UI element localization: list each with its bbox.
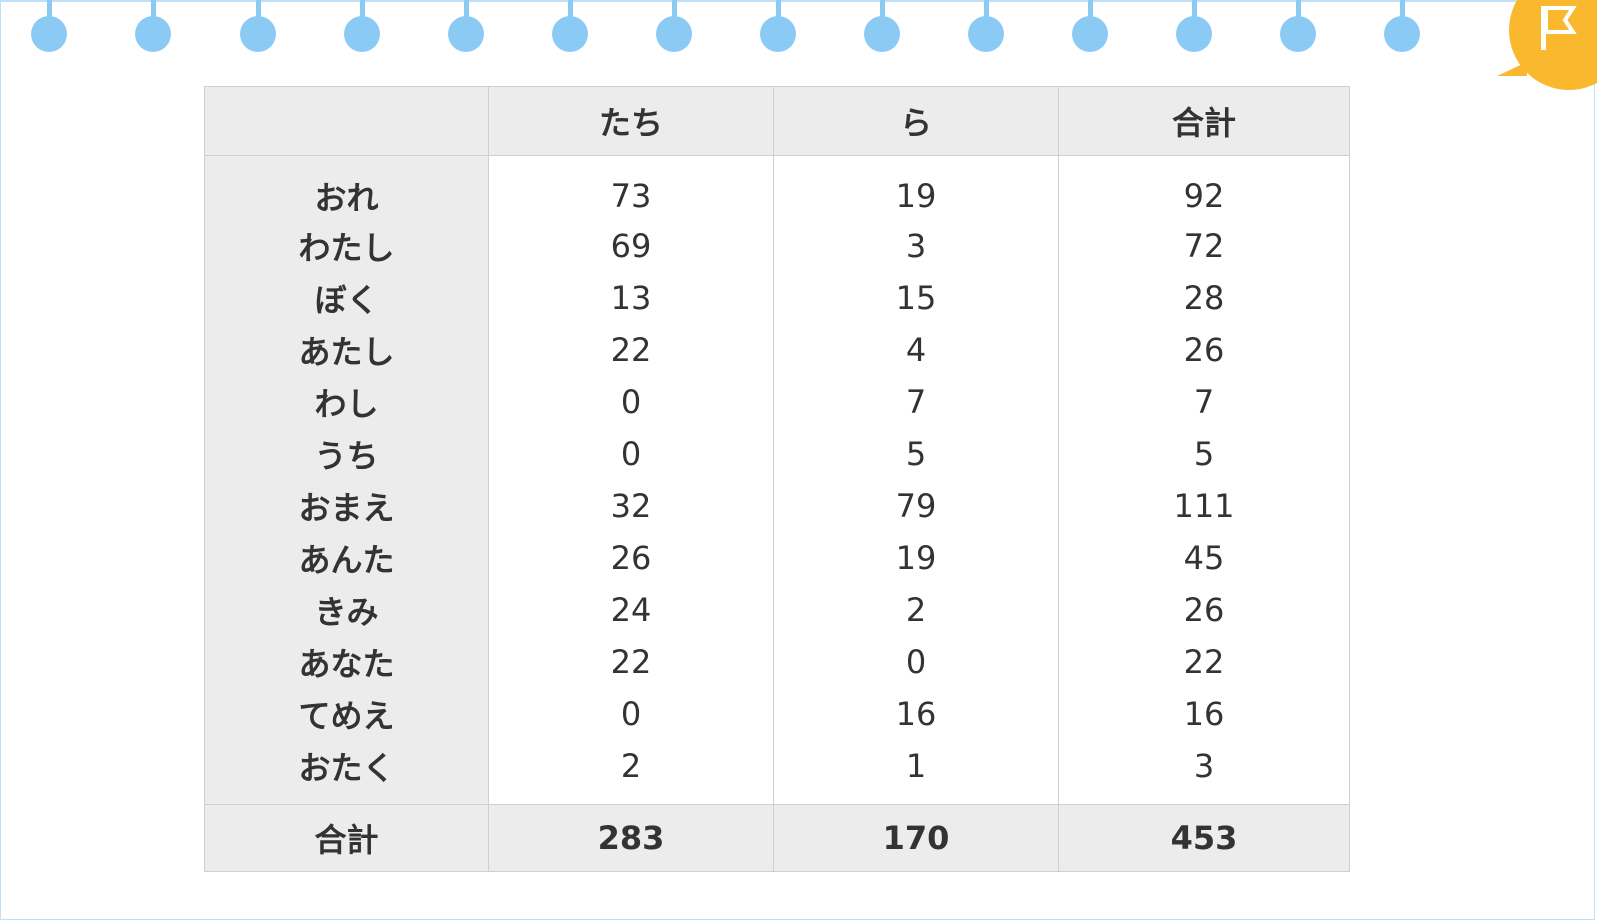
binder-ring — [1072, 0, 1108, 52]
cell-ra: 19 — [773, 155, 1059, 220]
binder-ring — [31, 0, 67, 52]
cell-ra: 19 — [773, 532, 1059, 584]
cell-tachi: 22 — [488, 324, 774, 376]
badge-tail — [1497, 62, 1527, 76]
cell-tachi: 22 — [488, 636, 774, 688]
cell-tachi: 73 — [488, 155, 774, 220]
binder-ring — [135, 0, 171, 52]
row-label: うち — [204, 428, 489, 480]
cell-total: 92 — [1058, 155, 1350, 220]
table-row: てめえ 0 16 16 — [204, 688, 1350, 740]
cell-tachi: 13 — [488, 272, 774, 324]
data-table: たち ら 合計 おれ 73 19 92 わたし 69 3 72 ぼく 13 15 28 あたし 22 4 26… — [204, 86, 1350, 872]
cell-ra: 1 — [773, 740, 1059, 805]
table-row: きみ 24 2 26 — [204, 584, 1350, 636]
flag-icon — [1541, 6, 1577, 50]
row-label: あんた — [204, 532, 489, 584]
row-label: てめえ — [204, 688, 489, 740]
cell-total: 5 — [1058, 428, 1350, 480]
binder-ring — [864, 0, 900, 52]
cell-ra: 0 — [773, 636, 1059, 688]
binder-rings — [0, 0, 1597, 60]
row-label: おまえ — [204, 480, 489, 532]
cell-ra: 16 — [773, 688, 1059, 740]
cell-tachi: 69 — [488, 220, 774, 272]
row-label: わたし — [204, 220, 489, 272]
table-row: あたし 22 4 26 — [204, 324, 1350, 376]
cell-total: 72 — [1058, 220, 1350, 272]
cell-ra: 7 — [773, 376, 1059, 428]
binder-ring — [448, 0, 484, 52]
cell-ra: 4 — [773, 324, 1059, 376]
cell-ra: 2 — [773, 584, 1059, 636]
cell-total: 26 — [1058, 324, 1350, 376]
cell-ra: 3 — [773, 220, 1059, 272]
total-tachi: 283 — [488, 804, 774, 872]
binder-ring — [656, 0, 692, 52]
cell-tachi: 0 — [488, 376, 774, 428]
cell-total: 111 — [1058, 480, 1350, 532]
row-label: あたし — [204, 324, 489, 376]
cell-tachi: 32 — [488, 480, 774, 532]
cell-tachi: 26 — [488, 532, 774, 584]
header-row: たち ら 合計 — [204, 86, 1350, 156]
cell-tachi: 0 — [488, 428, 774, 480]
cell-total: 26 — [1058, 584, 1350, 636]
binder-ring — [1384, 0, 1420, 52]
row-label: おたく — [204, 740, 489, 805]
header-cell-total: 合計 — [1058, 86, 1350, 156]
cell-ra: 5 — [773, 428, 1059, 480]
binder-ring — [240, 0, 276, 52]
cell-total: 45 — [1058, 532, 1350, 584]
binder-ring — [968, 0, 1004, 52]
total-ra: 170 — [773, 804, 1059, 872]
binder-ring — [1176, 0, 1212, 52]
header-cell-corner — [204, 86, 489, 156]
total-sum: 453 — [1058, 804, 1350, 872]
row-label: わし — [204, 376, 489, 428]
cell-tachi: 2 — [488, 740, 774, 805]
header-cell-ra: ら — [773, 86, 1059, 156]
cell-ra: 79 — [773, 480, 1059, 532]
cell-tachi: 0 — [488, 688, 774, 740]
table-row: おまえ 32 79 111 — [204, 480, 1350, 532]
table-row: ぼく 13 15 28 — [204, 272, 1350, 324]
cell-total: 22 — [1058, 636, 1350, 688]
cell-tachi: 24 — [488, 584, 774, 636]
total-label: 合計 — [204, 804, 489, 872]
cell-ra: 15 — [773, 272, 1059, 324]
binder-ring — [552, 0, 588, 52]
cell-total: 7 — [1058, 376, 1350, 428]
table-row: うち 0 5 5 — [204, 428, 1350, 480]
row-label: ぼく — [204, 272, 489, 324]
cell-total: 28 — [1058, 272, 1350, 324]
table-row: おれ 73 19 92 — [204, 155, 1350, 220]
total-row: 合計 283 170 453 — [204, 804, 1350, 872]
header-cell-tachi: たち — [488, 86, 774, 156]
table-row: わたし 69 3 72 — [204, 220, 1350, 272]
cell-total: 16 — [1058, 688, 1350, 740]
binder-ring — [760, 0, 796, 52]
cell-total: 3 — [1058, 740, 1350, 805]
row-label: きみ — [204, 584, 489, 636]
table-row: おたく 2 1 3 — [204, 740, 1350, 805]
row-label: あなた — [204, 636, 489, 688]
table-row: あんた 26 19 45 — [204, 532, 1350, 584]
table-row: わし 0 7 7 — [204, 376, 1350, 428]
binder-ring — [1280, 0, 1316, 52]
binder-ring — [344, 0, 380, 52]
row-label: おれ — [204, 155, 489, 220]
table-row: あなた 22 0 22 — [204, 636, 1350, 688]
